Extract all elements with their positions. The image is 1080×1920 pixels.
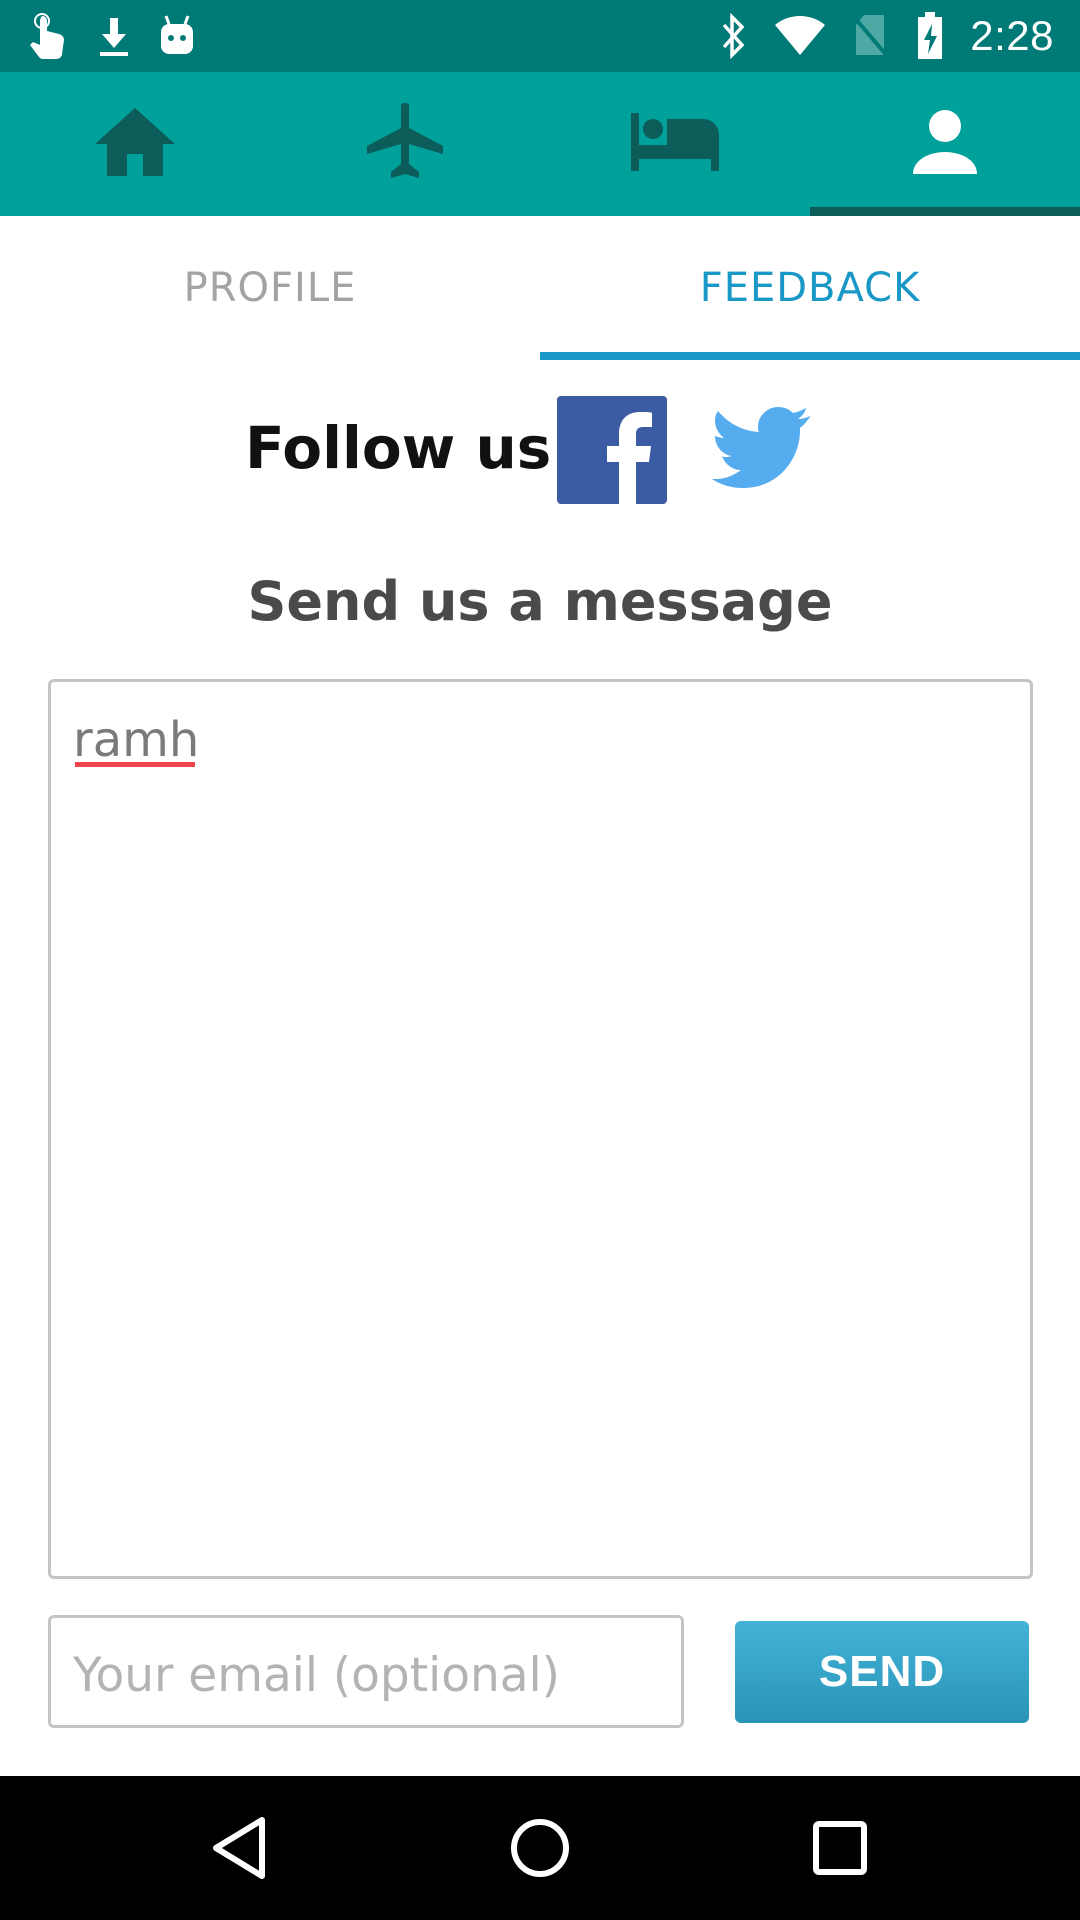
- email-placeholder: Your email (optional): [73, 1648, 560, 1703]
- android-icon: [156, 12, 198, 60]
- status-left-icons: [28, 12, 198, 60]
- no-sim-icon: [852, 13, 890, 59]
- message-section-title: Send us a message: [247, 570, 833, 633]
- message-textarea[interactable]: ramh: [48, 679, 1033, 1579]
- facebook-icon[interactable]: [557, 396, 667, 504]
- system-nav-bar: [0, 1776, 1080, 1920]
- status-time: 2:28: [970, 12, 1054, 59]
- nav-profile[interactable]: [810, 72, 1080, 216]
- email-field[interactable]: Your email (optional): [48, 1615, 684, 1728]
- follow-row: Follow us!: [0, 392, 1080, 504]
- bed-icon: [629, 111, 721, 178]
- bluetooth-icon: [718, 13, 748, 59]
- nav-hotels[interactable]: [540, 72, 810, 216]
- person-icon: [911, 108, 979, 181]
- nav-home[interactable]: [0, 72, 270, 216]
- battery-charging-icon: [916, 12, 944, 60]
- follow-label: Follow us!: [245, 414, 578, 482]
- message-value: ramh: [73, 712, 200, 768]
- airplane-icon: [365, 100, 445, 189]
- home-circle-icon[interactable]: [504, 1812, 576, 1884]
- twitter-icon[interactable]: [712, 406, 812, 494]
- nav-flights[interactable]: [270, 72, 540, 216]
- touch-app-icon: [28, 12, 72, 60]
- tab-profile[interactable]: PROFILE: [0, 216, 540, 360]
- send-button[interactable]: SEND: [735, 1621, 1029, 1723]
- recents-icon[interactable]: [804, 1812, 876, 1884]
- tab-feedback[interactable]: FEEDBACK: [540, 216, 1080, 360]
- wifi-icon: [774, 15, 826, 57]
- spellcheck-underline: [75, 762, 195, 767]
- status-right-icons: 2:28: [718, 12, 1054, 60]
- top-nav: [0, 72, 1080, 216]
- status-bar: 2:28: [0, 0, 1080, 72]
- back-icon[interactable]: [204, 1812, 276, 1884]
- download-icon: [94, 12, 134, 60]
- home-icon: [93, 106, 177, 183]
- sub-tabs: PROFILE FEEDBACK: [0, 216, 1080, 360]
